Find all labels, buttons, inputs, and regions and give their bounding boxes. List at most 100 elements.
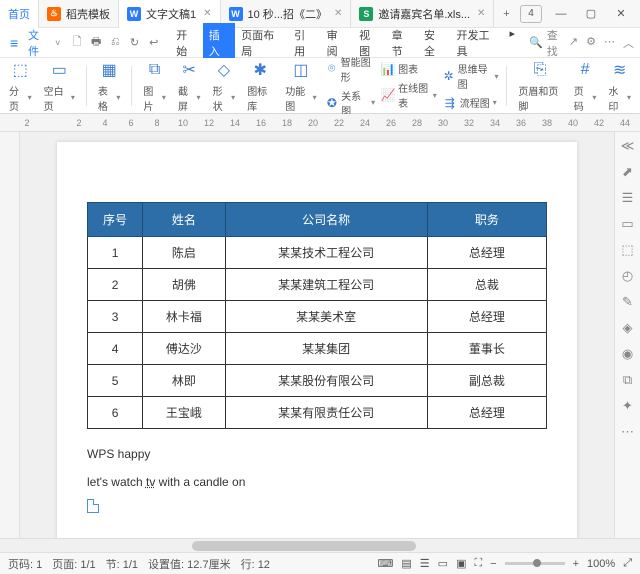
table-cell[interactable]: 某某集团 (225, 333, 427, 365)
table-cell[interactable]: 王宝峨 (143, 397, 226, 429)
view1-icon[interactable]: ▤ (401, 557, 411, 570)
tab-devtools[interactable]: 开发工具 (451, 23, 504, 63)
table-row[interactable]: 1陈启某某技术工程公司总经理 (88, 237, 547, 269)
tab-home[interactable]: 首页 (0, 0, 39, 28)
status-position[interactable]: 设置值: 12.7厘米 (148, 556, 231, 572)
sidetool-clock-icon[interactable]: ◴ (622, 268, 633, 284)
tab-section[interactable]: 章节 (386, 23, 418, 63)
view2-icon[interactable]: ☰ (420, 557, 430, 570)
print-icon[interactable]: 🖶 (88, 34, 105, 52)
share-icon[interactable]: ↗ (569, 35, 578, 51)
expand-icon[interactable]: ⤢ (623, 557, 632, 570)
tab-reference[interactable]: 引用 (288, 23, 320, 63)
table-cell[interactable]: 总裁 (427, 269, 546, 301)
collapse-ribbon-icon[interactable]: ︿ (623, 35, 634, 51)
table-cell[interactable]: 5 (88, 365, 143, 397)
paragraph[interactable]: let's watch tv with a candle on (87, 475, 547, 489)
rb-pagebreak[interactable]: ⬚分页▾ (6, 59, 35, 113)
rb-pagenum[interactable]: #页码▾ (571, 59, 600, 113)
sidetool-panel-icon[interactable]: ▭ (621, 216, 633, 232)
rb-shapes[interactable]: ◇形状▾ (210, 59, 239, 113)
sidetool-outline-icon[interactable]: ☰ (622, 190, 634, 206)
document-table[interactable]: 序号 姓名 公司名称 职务 1陈启某某技术工程公司总经理2胡佛某某建筑工程公司总… (87, 202, 547, 429)
rb-flowchart[interactable]: ⇶流程图▾ (443, 95, 499, 110)
paragraph[interactable]: WPS happy (87, 447, 547, 461)
table-cell[interactable]: 林卡福 (143, 301, 226, 333)
rb-screenshot[interactable]: ✂截屏▾ (175, 59, 204, 113)
table-row[interactable]: 2胡佛某某建筑工程公司总裁 (88, 269, 547, 301)
fullscreen-icon[interactable]: ⛶ (474, 557, 482, 570)
table-cell[interactable]: 1 (88, 237, 143, 269)
horizontal-scrollbar[interactable] (0, 538, 640, 552)
tab-pagelayout[interactable]: 页面布局 (235, 23, 288, 63)
zoom-slider[interactable] (505, 562, 565, 565)
rb-iconlib[interactable]: ✱图标库 (244, 59, 276, 113)
new-tab-button[interactable]: + (494, 8, 518, 20)
table-cell[interactable]: 傅达沙 (143, 333, 226, 365)
table-cell[interactable]: 胡佛 (143, 269, 226, 301)
tab-insert[interactable]: 插入 (203, 23, 235, 63)
close-icon[interactable]: ✕ (203, 8, 211, 19)
table-cell[interactable]: 陈启 (143, 237, 226, 269)
table-cell[interactable]: 总经理 (427, 397, 546, 429)
tab-more-icon[interactable]: ▸ (503, 23, 521, 63)
view4-icon[interactable]: ▣ (456, 557, 466, 570)
table-cell[interactable]: 董事长 (427, 333, 546, 365)
close-button[interactable]: ✕ (608, 4, 634, 24)
more-icon[interactable]: ⋯ (604, 35, 615, 51)
search-box[interactable]: 🔍查找 (529, 27, 567, 59)
zoom-out-button[interactable]: − (490, 558, 496, 570)
rb-relation[interactable]: ✪关系图▾ (326, 88, 376, 118)
rb-watermark[interactable]: ≋水印▾ (605, 59, 634, 113)
settings-icon[interactable]: ⚙ (586, 35, 596, 51)
scrollbar-thumb[interactable] (192, 541, 416, 551)
table-row[interactable]: 3林卡福某某美术室总经理 (88, 301, 547, 333)
zoom-level[interactable]: 100% (587, 558, 615, 570)
status-page-of[interactable]: 页面: 1/1 (52, 556, 95, 572)
table-cell[interactable]: 6 (88, 397, 143, 429)
rb-mindmap[interactable]: ✲思维导图▾ (443, 61, 499, 91)
table-row[interactable]: 5林即某某股份有限公司副总裁 (88, 365, 547, 397)
view3-icon[interactable]: ▭ (438, 557, 448, 570)
minimize-button[interactable]: — (548, 4, 574, 24)
close-icon[interactable]: ✕ (334, 8, 342, 19)
table-cell[interactable]: 林即 (143, 365, 226, 397)
rb-chart[interactable]: 📊图表 (381, 61, 437, 76)
table-cell[interactable]: 某某美术室 (225, 301, 427, 333)
rb-funcchart[interactable]: ◫功能图▾ (282, 59, 319, 113)
zoom-knob[interactable] (533, 559, 541, 567)
sidetool-collapse-icon[interactable]: ≪ (621, 138, 635, 154)
status-page[interactable]: 页码: 1 (8, 556, 42, 572)
file-menu[interactable]: 文件 (24, 27, 53, 59)
table-cell[interactable]: 某某建筑工程公司 (225, 269, 427, 301)
sidetool-more-icon[interactable]: ⋯ (621, 424, 634, 440)
sidetool-target-icon[interactable]: ◉ (622, 346, 633, 362)
table-cell[interactable]: 副总裁 (427, 365, 546, 397)
sidetool-copy-icon[interactable]: ⧉ (623, 372, 632, 388)
status-section[interactable]: 节: 1/1 (106, 556, 138, 572)
status-row[interactable]: 行: 12 (241, 556, 270, 572)
table-cell[interactable]: 总经理 (427, 301, 546, 333)
tab-start[interactable]: 开始 (170, 23, 202, 63)
format-painter-icon[interactable]: ↩ (145, 34, 162, 52)
hamburger-icon[interactable]: ≡ (6, 35, 22, 51)
table-cell[interactable]: 3 (88, 301, 143, 333)
sidetool-diamond-icon[interactable]: ◈ (623, 320, 633, 336)
zoom-in-button[interactable]: + (573, 558, 579, 570)
tab-security[interactable]: 安全 (418, 23, 450, 63)
redo-icon[interactable]: ↻ (126, 34, 143, 52)
sidetool-edit-icon[interactable]: ✎ (622, 294, 633, 310)
chevron-down-icon[interactable]: ˅ (55, 38, 66, 48)
rb-picture[interactable]: ⧉图片▾ (140, 59, 169, 113)
table-cell[interactable]: 某某有限责任公司 (225, 397, 427, 429)
rb-table[interactable]: ▦表格▾ (95, 59, 124, 113)
close-icon[interactable]: ✕ (477, 8, 485, 19)
table-cell[interactable]: 某某技术工程公司 (225, 237, 427, 269)
rb-onlinechart[interactable]: 📈在线图表▾ (381, 80, 437, 110)
undo-icon[interactable]: ⎌ (107, 34, 124, 52)
sidetool-box-icon[interactable]: ⬚ (621, 242, 633, 258)
sidetool-star-icon[interactable]: ✦ (622, 398, 633, 414)
window-count[interactable]: 4 (520, 5, 542, 23)
horizontal-ruler[interactable]: 2246810121416182022242628303234363840424… (0, 114, 640, 132)
table-row[interactable]: 4傅达沙某某集团董事长 (88, 333, 547, 365)
